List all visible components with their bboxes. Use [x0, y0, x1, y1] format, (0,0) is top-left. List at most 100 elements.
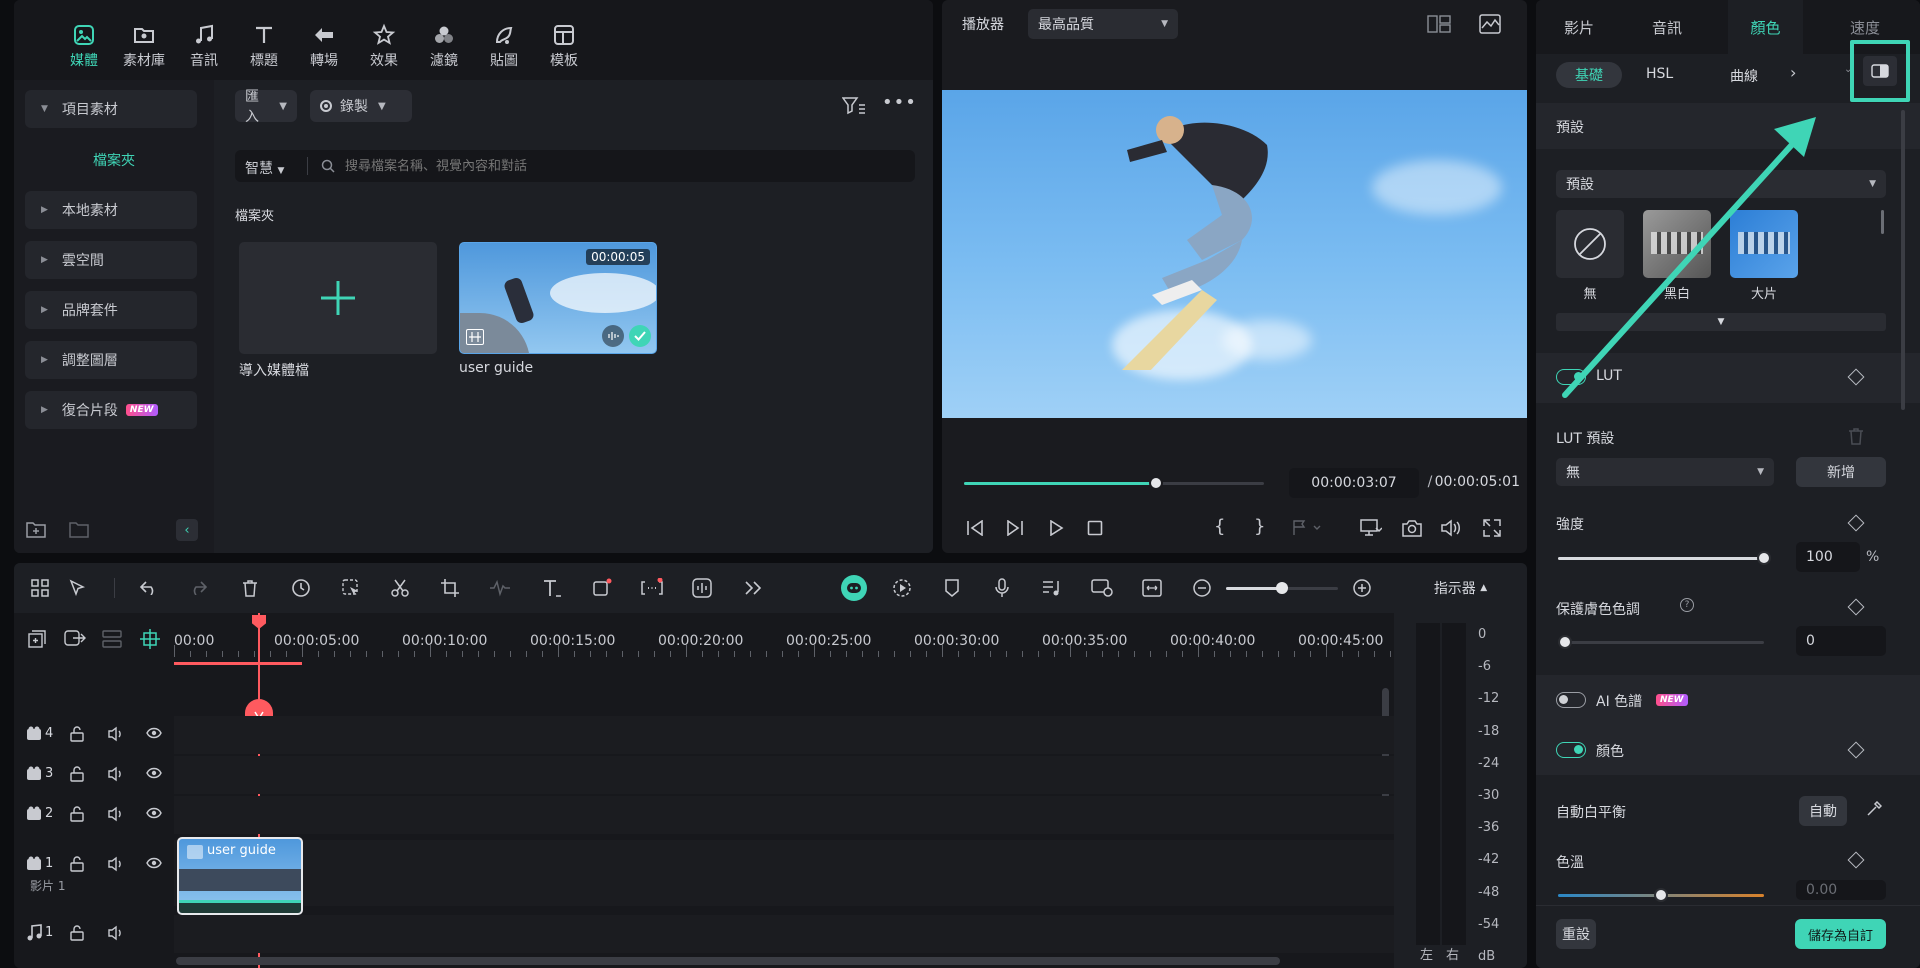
shape-icon[interactable] [590, 576, 614, 600]
help-icon[interactable]: ? [1680, 598, 1694, 612]
intensity-input[interactable]: 100 [1796, 542, 1860, 572]
search-input[interactable] [345, 150, 905, 182]
intensity-slider[interactable] [1558, 551, 1771, 565]
marker-shield-icon[interactable] [940, 576, 964, 600]
volume-icon[interactable] [1441, 519, 1461, 537]
auto-rhythm-icon[interactable] [890, 576, 914, 600]
record-dropdown[interactable]: 錄製 ▼ [310, 90, 412, 122]
link-clips-icon[interactable] [64, 630, 86, 646]
eyedropper-icon[interactable] [1866, 801, 1882, 817]
zoom-in-icon[interactable] [1350, 576, 1374, 600]
slider-handle[interactable] [1654, 888, 1668, 902]
eye-visibility-icon[interactable] [146, 807, 162, 823]
lock-icon[interactable] [70, 856, 84, 876]
slider-handle[interactable] [1757, 551, 1771, 565]
video-track-row[interactable] [174, 716, 1394, 754]
sidebar-item-folder[interactable]: 檔案夾 [14, 150, 214, 170]
mark-in-icon[interactable]: { [1214, 516, 1225, 537]
import-media-tile[interactable] [239, 242, 437, 354]
meter-dropdown[interactable]: 指示器 ▲ [1394, 563, 1527, 613]
speaker-icon[interactable] [108, 766, 124, 786]
lock-icon[interactable] [70, 766, 84, 786]
media-clip-thumbnail[interactable]: 00:00:05 [459, 242, 657, 354]
import-dropdown[interactable]: 匯入 ▼ [235, 89, 297, 125]
folder-icon[interactable] [69, 520, 89, 538]
sidebar-item-adjustment-layer[interactable]: ▶ 調整圖層 [25, 341, 197, 379]
add-track-icon[interactable] [28, 630, 46, 648]
new-folder-icon[interactable] [26, 520, 46, 538]
crop-icon[interactable] [438, 576, 462, 600]
timeline-horizontal-scrollbar[interactable] [176, 957, 1280, 965]
audio-visualizer-icon[interactable] [690, 576, 714, 600]
delete-icon[interactable] [238, 576, 262, 600]
play-icon[interactable] [1048, 520, 1064, 536]
ai-color-toggle[interactable] [1556, 692, 1586, 708]
eye-visibility-icon[interactable] [146, 767, 162, 783]
snapshot-camera-icon[interactable] [1402, 519, 1422, 537]
more-options-icon[interactable]: ••• [882, 92, 917, 113]
sidebar-item-local[interactable]: ▶ 本地素材 [25, 191, 197, 229]
select-cursor-icon[interactable] [66, 576, 90, 600]
reset-button[interactable]: 重設 [1556, 919, 1596, 949]
microphone-icon[interactable] [990, 576, 1014, 600]
eye-visibility-icon[interactable] [146, 857, 162, 873]
sidebar-item-project-media[interactable]: ▼ 項目素材 [25, 90, 197, 128]
grid-view-icon[interactable] [1427, 15, 1451, 33]
next-frame-icon[interactable] [1006, 520, 1024, 536]
preview-render-icon[interactable] [1090, 576, 1114, 600]
text-edit-icon[interactable] [540, 576, 564, 600]
display-output-icon[interactable] [1360, 519, 1382, 537]
undo-icon[interactable] [137, 576, 161, 600]
zoom-slider[interactable] [1226, 582, 1338, 594]
ai-assistant-icon[interactable] [841, 575, 867, 601]
tab-color[interactable]: 顏色 [1728, 0, 1803, 54]
layout-grid-icon[interactable] [28, 576, 52, 600]
tab-audio[interactable]: 音訊 [1622, 0, 1712, 54]
mask-select-icon[interactable] [339, 576, 363, 600]
ai-tool-icon[interactable] [640, 576, 664, 600]
waveform-monitor-icon[interactable] [1479, 14, 1501, 34]
subtab-hsl[interactable]: HSL [1646, 66, 1673, 82]
timeline-ruler[interactable]: 00:00 00:00:05:00 00:00:10:00 00:00:15:00 00… [174, 613, 1394, 663]
previous-frame-icon[interactable] [966, 520, 984, 536]
speaker-icon[interactable] [108, 726, 124, 746]
compare-view-button[interactable] [1850, 40, 1910, 102]
add-lut-button[interactable]: 新增 [1796, 457, 1886, 487]
keyframe-diamond-icon[interactable] [1847, 851, 1865, 869]
skin-protect-slider[interactable] [1558, 635, 1764, 649]
timeline-video-clip[interactable]: user guide [177, 837, 303, 915]
tab-video[interactable]: 影片 [1536, 0, 1622, 54]
lock-icon[interactable] [70, 925, 84, 945]
zoom-out-icon[interactable] [1190, 576, 1214, 600]
speaker-icon[interactable] [108, 806, 124, 826]
tab-templates[interactable]: 模板 [529, 20, 599, 75]
save-custom-button[interactable]: 儲存為自訂 [1795, 919, 1886, 949]
temperature-input[interactable]: 0.00 [1796, 880, 1886, 900]
trash-icon[interactable] [1848, 427, 1864, 445]
slider-handle[interactable] [1276, 582, 1288, 594]
auto-white-balance-button[interactable]: 自動 [1799, 796, 1847, 826]
sidebar-item-brand-kit[interactable]: ▶ 品牌套件 [25, 291, 197, 329]
lock-icon[interactable] [70, 726, 84, 746]
collapse-sidebar-icon[interactable]: ‹ [176, 519, 198, 541]
slider-handle[interactable] [1558, 635, 1572, 649]
keyframe-diamond-icon[interactable] [1847, 598, 1865, 616]
video-preview[interactable] [942, 90, 1527, 418]
quality-dropdown[interactable]: 最高品質 ▼ [1028, 9, 1178, 39]
split-scissors-icon[interactable] [388, 576, 412, 600]
preset-scrollbar[interactable] [1881, 210, 1884, 234]
snap-magnet-icon[interactable] [140, 629, 160, 649]
track-manager-icon[interactable] [102, 630, 122, 648]
smart-search-dropdown[interactable]: 智慧 ▼ [245, 158, 284, 178]
skin-protect-input[interactable]: 0 [1796, 626, 1886, 656]
filter-sort-icon[interactable] [842, 97, 866, 115]
speed-ramp-icon[interactable] [289, 576, 313, 600]
progress-handle[interactable] [1149, 476, 1163, 490]
lut-preset-dropdown[interactable]: 無 ▼ [1556, 458, 1774, 486]
more-tools-icon[interactable] [741, 576, 765, 600]
fullscreen-icon[interactable] [1483, 519, 1501, 537]
properties-scrollbar[interactable] [1901, 110, 1905, 410]
fit-timeline-icon[interactable] [1140, 576, 1164, 600]
eye-visibility-icon[interactable] [146, 727, 162, 743]
mark-out-icon[interactable]: } [1254, 516, 1265, 537]
